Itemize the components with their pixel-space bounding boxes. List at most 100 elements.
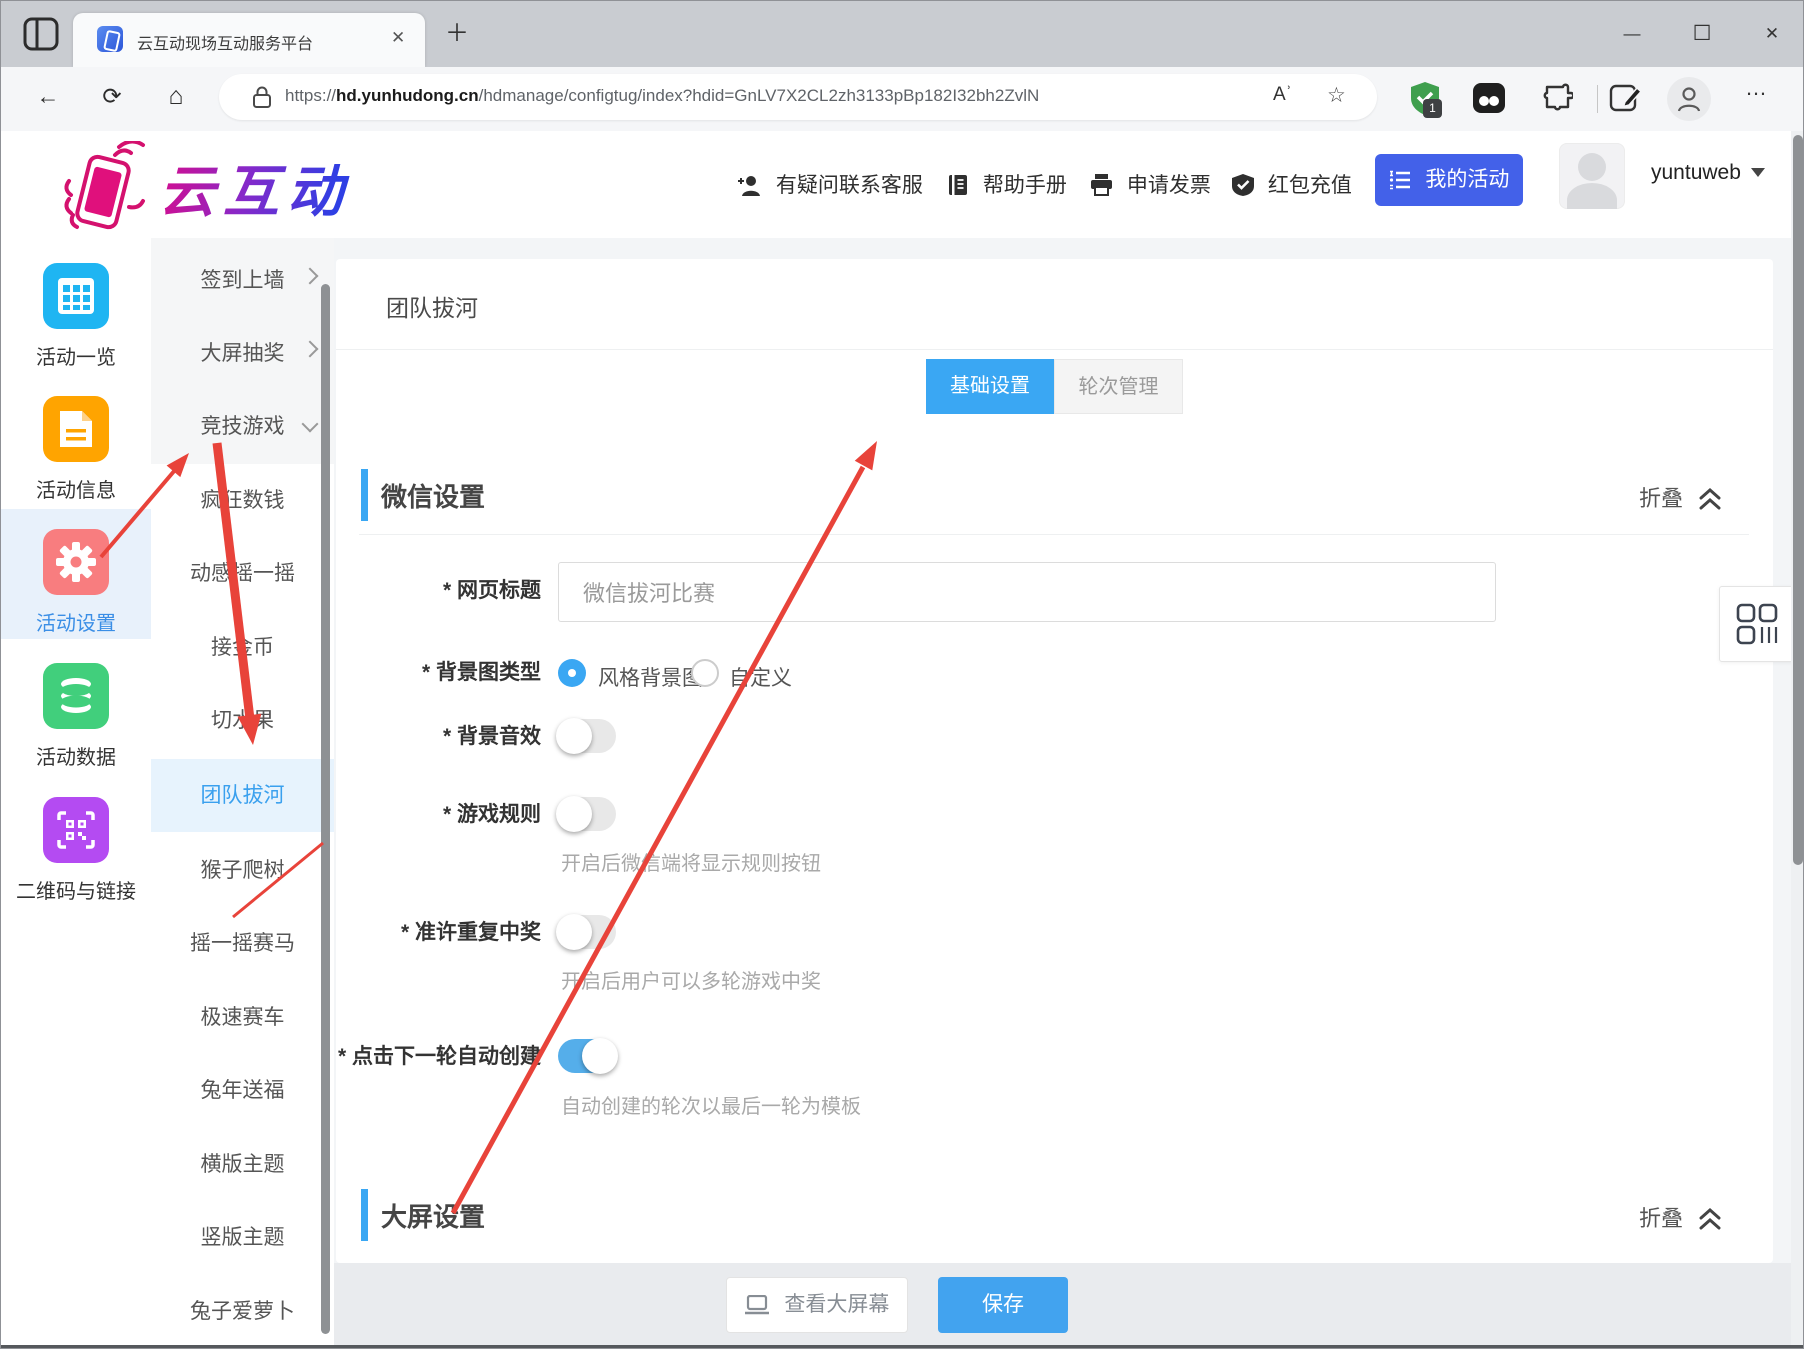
- double-chevron-up-icon: [1699, 1207, 1721, 1230]
- game-rules-toggle[interactable]: [556, 796, 616, 832]
- footer-bar: 查看大屏幕 保存: [334, 1263, 1791, 1345]
- logo-text[interactable]: 云互动: [159, 147, 351, 228]
- bg-sound-toggle[interactable]: [556, 718, 616, 754]
- toolbar-divider: [1597, 85, 1598, 113]
- browser-tabbar: 云互动现场互动服务平台 ✕ ＋ — ☐ ✕: [1, 1, 1803, 67]
- browser-menu-icon[interactable]: …: [1745, 75, 1769, 101]
- read-aloud-icon[interactable]: Aʾ: [1273, 84, 1292, 106]
- menu-item-horse-race[interactable]: 摇一摇赛马: [151, 907, 334, 980]
- database-icon: [61, 678, 91, 713]
- field-label-game-rules: * 游戏规则: [442, 803, 541, 826]
- config-card: 团队拔河 基础设置 轮次管理 微信设置 折叠 * 网页标题 * 背景图类型 风格…: [336, 259, 1773, 1263]
- repeat-win-toggle[interactable]: [556, 914, 616, 950]
- sidebar-item-activity-overview[interactable]: [43, 263, 109, 329]
- site-header: 云互动 有疑问联系客服 帮助手册 申请发票 红包充值 我的活动 yuntuweb: [1, 131, 1803, 239]
- menu-item-screen-lottery[interactable]: 大屏抽奖: [151, 317, 334, 390]
- chevron-down-icon: [1750, 168, 1765, 177]
- favorite-star-icon[interactable]: ☆: [1327, 83, 1346, 108]
- page-title-input[interactable]: [558, 562, 1496, 622]
- window-bottom-edge: [1, 1345, 1803, 1348]
- menu-item-fruit-cut[interactable]: 切水果: [151, 684, 334, 757]
- menu-item-rabbit-blessing[interactable]: 兔年送福: [151, 1054, 334, 1127]
- window-minimize-button[interactable]: —: [1609, 15, 1655, 53]
- menu-item-competitive-games[interactable]: 竞技游戏: [151, 390, 334, 463]
- book-icon: [949, 175, 967, 195]
- field-label-bg-type: * 背景图类型: [421, 661, 541, 684]
- check-square-icon: [1232, 174, 1254, 196]
- radio-label-style-background[interactable]: 风格背景图: [598, 662, 703, 692]
- url-text: https://hd.yunhudong.cn/hdmanage/configt…: [285, 86, 1040, 105]
- my-activities-button[interactable]: 我的活动: [1375, 154, 1523, 206]
- lock-icon: [253, 86, 271, 108]
- nav-invoice[interactable]: 申请发票: [1090, 169, 1211, 199]
- auto-create-hint: 自动创建的轮次以最后一轮为模板: [561, 1096, 861, 1118]
- printer-icon: [1091, 174, 1112, 196]
- menu-item-horizontal-theme[interactable]: 横版主题: [151, 1128, 334, 1201]
- radio-custom[interactable]: [691, 659, 719, 687]
- extensions-puzzle-icon[interactable]: [1541, 82, 1575, 119]
- menu-item-speed-race[interactable]: 极速赛车: [151, 981, 334, 1054]
- sidebar-label-activity-data[interactable]: 活动数据: [1, 741, 151, 770]
- sidebar-label-qrcode-links[interactable]: 二维码与链接: [1, 875, 151, 904]
- menu-scrollbar[interactable]: [321, 284, 330, 1334]
- wechat-collapse-button[interactable]: 折叠: [1639, 481, 1723, 513]
- screen-section-title: 大屏设置: [381, 1202, 486, 1232]
- sidebar-label-activity-settings[interactable]: 活动设置: [1, 607, 151, 636]
- menu-item-tug-of-war[interactable]: 团队拔河: [151, 759, 334, 832]
- collections-edit-icon[interactable]: [1609, 82, 1643, 119]
- sidebar-label-activity-overview[interactable]: 活动一览: [1, 341, 151, 370]
- divider: [336, 349, 1773, 350]
- wechat-section-title: 微信设置: [381, 482, 486, 512]
- back-button[interactable]: ←: [27, 75, 69, 117]
- extension-dark-icon[interactable]: [1473, 83, 1505, 118]
- sidebar-item-activity-info[interactable]: [43, 396, 109, 462]
- person-plus-icon: [738, 176, 760, 196]
- menu-item-monkey-climb[interactable]: 猴子爬树: [151, 834, 334, 907]
- radio-style-background[interactable]: [558, 659, 586, 687]
- browser-tab[interactable]: 云互动现场互动服务平台 ✕: [73, 13, 425, 67]
- menu-item-vertical-theme[interactable]: 竖版主题: [151, 1201, 334, 1274]
- nav-contact-support[interactable]: 有疑问联系客服: [738, 169, 923, 199]
- view-big-screen-button[interactable]: 查看大屏幕: [726, 1277, 908, 1333]
- menu-item-crazy-money[interactable]: 疯狂数钱: [151, 464, 334, 537]
- field-label-auto-create: * 点击下一轮自动创建: [337, 1045, 541, 1068]
- section-accent-bar: [361, 469, 368, 521]
- screen-collapse-button[interactable]: 折叠: [1639, 1201, 1723, 1233]
- page-scrollbar-thumb[interactable]: [1793, 135, 1803, 865]
- sidebar-item-activity-data[interactable]: [43, 663, 109, 729]
- menu-item-rabbit-carrot[interactable]: 兔子爱萝卜: [151, 1275, 334, 1348]
- home-button[interactable]: ⌂: [155, 75, 197, 117]
- tab-actions-icon[interactable]: [23, 17, 59, 51]
- window-close-button[interactable]: ✕: [1749, 15, 1795, 53]
- grid-icon: [58, 278, 94, 314]
- menu-item-catch-coins[interactable]: 接金币: [151, 611, 334, 684]
- tab-basic-settings[interactable]: 基础设置: [926, 359, 1054, 414]
- layout-panel-widget[interactable]: [1719, 586, 1795, 662]
- user-avatar[interactable]: [1559, 143, 1625, 209]
- chevron-right-icon: [301, 340, 319, 358]
- nav-redpacket-recharge[interactable]: 红包充值: [1232, 169, 1352, 199]
- browser-profile-icon[interactable]: [1667, 77, 1711, 121]
- browser-window: 云互动现场互动服务平台 ✕ ＋ — ☐ ✕ ← ⟳ ⌂ https://hd.y…: [0, 0, 1804, 1349]
- nav-help-manual[interactable]: 帮助手册: [947, 169, 1067, 199]
- new-tab-button[interactable]: ＋: [445, 22, 469, 46]
- sidebar-item-qrcode-links[interactable]: [43, 797, 109, 863]
- save-button[interactable]: 保存: [938, 1277, 1068, 1333]
- refresh-button[interactable]: ⟳: [91, 75, 133, 117]
- menu-item-signin-wall[interactable]: 签到上墙: [151, 244, 334, 317]
- tab-round-management[interactable]: 轮次管理: [1054, 359, 1183, 414]
- auto-create-toggle[interactable]: [558, 1038, 618, 1074]
- username-dropdown[interactable]: yuntuweb: [1651, 161, 1765, 185]
- sidebar-item-activity-settings[interactable]: [43, 529, 109, 595]
- list-icon: [1389, 170, 1410, 190]
- section-accent-bar: [361, 1189, 368, 1241]
- adblock-shield-icon[interactable]: 1: [1409, 81, 1442, 122]
- layout-blocks-icon: [1736, 603, 1778, 645]
- field-label-bg-sound: * 背景音效: [442, 725, 541, 748]
- address-bar[interactable]: https://hd.yunhudong.cn/hdmanage/configt…: [219, 74, 1377, 120]
- radio-label-custom[interactable]: 自定义: [729, 662, 792, 692]
- sidebar-label-activity-info[interactable]: 活动信息: [1, 474, 151, 503]
- menu-item-shake[interactable]: 动感摇一摇: [151, 537, 334, 610]
- window-maximize-button[interactable]: ☐: [1679, 15, 1725, 53]
- tab-close-icon[interactable]: ✕: [391, 28, 405, 48]
